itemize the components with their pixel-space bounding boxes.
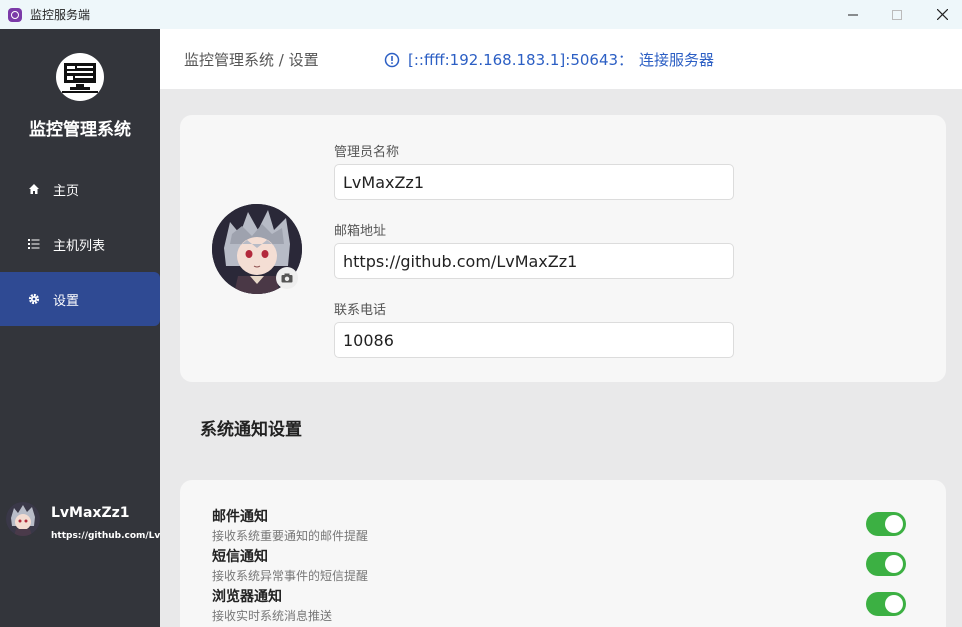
close-button[interactable] bbox=[919, 0, 962, 29]
sidebar-item-settings[interactable]: 设置 bbox=[0, 272, 160, 326]
gear-icon bbox=[27, 292, 41, 306]
admin-name-input[interactable] bbox=[334, 164, 734, 200]
window-title: 监控服务端 bbox=[30, 8, 91, 22]
sidebar-item-label: 主机列表 bbox=[53, 238, 106, 254]
sidebar-item-home[interactable]: 主页 bbox=[0, 162, 160, 216]
connection-status: [::ffff:192.168.183.1]:50643： 连接服务器 bbox=[384, 49, 714, 70]
info-icon bbox=[384, 52, 400, 68]
sidebar-item-hosts[interactable]: 主机列表 bbox=[0, 217, 160, 271]
close-icon bbox=[936, 9, 948, 20]
sidebar-item-label: 设置 bbox=[53, 293, 80, 309]
email-label: 邮箱地址 bbox=[334, 224, 387, 239]
maximize-button[interactable] bbox=[874, 0, 920, 29]
header: 监控管理系统 / 设置 [::ffff:192.168.183.1]:50643… bbox=[160, 29, 962, 89]
breadcrumb: 监控管理系统 / 设置 bbox=[184, 51, 319, 69]
notification-section-title: 系统通知设置 bbox=[200, 420, 302, 440]
browser-notification-toggle[interactable] bbox=[866, 592, 906, 616]
email-notification-title: 邮件通知 bbox=[212, 509, 268, 525]
app-logo bbox=[56, 53, 104, 101]
notification-card: 邮件通知 接收系统重要通知的邮件提醒 短信通知 接收系统异常事件的短信提醒 浏览… bbox=[180, 480, 946, 627]
avatar[interactable] bbox=[6, 502, 40, 536]
sms-notification-toggle[interactable] bbox=[866, 552, 906, 576]
app-name: 监控管理系统 bbox=[29, 120, 131, 140]
title-bar: 监控服务端 bbox=[0, 0, 962, 29]
email-input[interactable] bbox=[334, 243, 734, 279]
sms-notification-title: 短信通知 bbox=[212, 549, 268, 565]
home-icon bbox=[27, 182, 41, 196]
phone-label: 联系电话 bbox=[334, 303, 387, 318]
maximize-icon bbox=[892, 9, 902, 20]
phone-input[interactable] bbox=[334, 322, 734, 358]
browser-notification-desc: 接收实时系统消息推送 bbox=[212, 609, 333, 623]
user-name: LvMaxZz1 bbox=[51, 505, 130, 521]
minimize-button[interactable] bbox=[830, 0, 876, 29]
email-notification-desc: 接收系统重要通知的邮件提醒 bbox=[212, 529, 369, 543]
sidebar: 监控管理系统 主页 主机列表 设置 LvMaxZz1 https://githu… bbox=[0, 29, 160, 627]
sms-notification-desc: 接收系统异常事件的短信提醒 bbox=[212, 569, 369, 583]
sidebar-item-label: 主页 bbox=[53, 183, 80, 199]
minimize-icon bbox=[848, 14, 858, 15]
user-link[interactable]: https://github.com/LvMaxZz1 bbox=[51, 531, 160, 541]
list-icon bbox=[27, 237, 41, 251]
connect-server-link[interactable]: 连接服务器 bbox=[639, 49, 714, 70]
app-icon bbox=[8, 7, 22, 22]
browser-notification-title: 浏览器通知 bbox=[212, 589, 282, 605]
email-notification-toggle[interactable] bbox=[866, 512, 906, 536]
admin-name-label: 管理员名称 bbox=[334, 145, 400, 160]
connection-address: [::ffff:192.168.183.1]:50643： bbox=[408, 51, 634, 69]
change-avatar-button[interactable] bbox=[276, 267, 298, 289]
profile-card: 管理员名称 邮箱地址 联系电话 bbox=[180, 115, 946, 382]
camera-icon bbox=[281, 273, 293, 283]
